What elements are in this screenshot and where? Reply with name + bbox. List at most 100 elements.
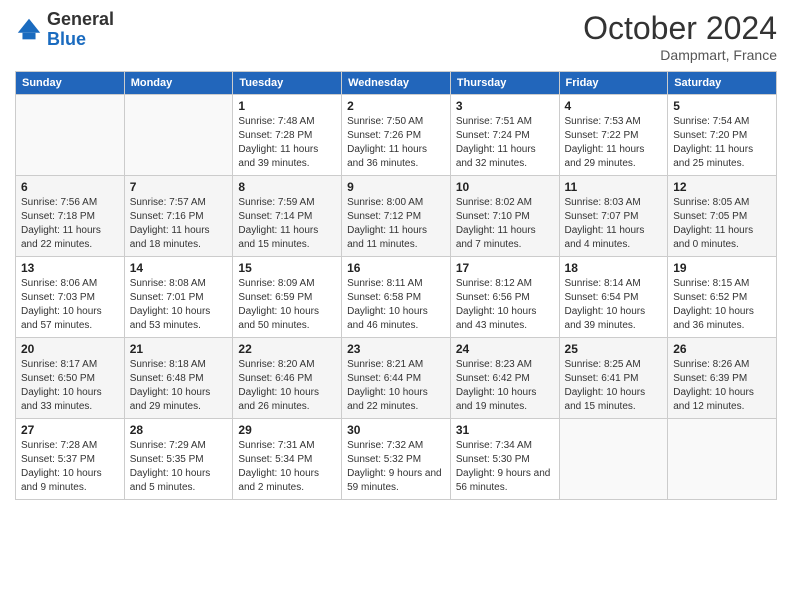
calendar-day-cell: 9 Sunrise: 8:00 AM Sunset: 7:12 PM Daylig… — [342, 176, 451, 257]
logo-blue-text: Blue — [47, 29, 86, 49]
calendar-week-row: 13 Sunrise: 8:06 AM Sunset: 7:03 PM Dayli… — [16, 257, 777, 338]
calendar-day-cell: 24Sunrise: 8:23 AM Sunset: 6:42 PM Dayli… — [450, 338, 559, 419]
weekday-header: Tuesday — [233, 72, 342, 95]
day-info: Sunrise: 8:06 AM Sunset: 7:03 PM Dayligh… — [21, 277, 119, 333]
calendar-day-cell — [124, 95, 233, 176]
weekday-header: Wednesday — [342, 72, 451, 95]
day-info: Sunrise: 7:32 AM Sunset: 5:32 PM Dayligh… — [347, 439, 445, 495]
day-info: Sunrise: 7:29 AM Sunset: 5:35 PM Dayligh… — [130, 439, 228, 495]
day-number: 17 — [456, 261, 554, 275]
calendar-day-cell: 27 Sunrise: 7:28 AM Sunset: 5:37 PM Dayli… — [16, 419, 125, 500]
day-info: Sunrise: 7:53 AM Sunset: 7:22 PM Dayligh… — [565, 115, 663, 171]
day-number: 27 — [21, 423, 119, 437]
day-info: Sunrise: 8:23 AM Sunset: 6:42 PM Dayligh… — [456, 358, 554, 414]
day-number: 6 — [21, 180, 119, 194]
month-title: October 2024 — [583, 10, 777, 47]
calendar-day-cell: 14Sunrise: 8:08 AM Sunset: 7:01 PM Dayli… — [124, 257, 233, 338]
day-number: 30 — [347, 423, 445, 437]
day-info: Sunrise: 8:26 AM Sunset: 6:39 PM Dayligh… — [673, 358, 771, 414]
calendar-week-row: 6 Sunrise: 7:56 AM Sunset: 7:18 PM Daylig… — [16, 176, 777, 257]
day-number: 4 — [565, 99, 663, 113]
day-number: 18 — [565, 261, 663, 275]
day-info: Sunrise: 8:12 AM Sunset: 6:56 PM Dayligh… — [456, 277, 554, 333]
calendar-day-cell: 7Sunrise: 7:57 AM Sunset: 7:16 PM Daylig… — [124, 176, 233, 257]
weekday-header: Sunday — [16, 72, 125, 95]
logo-general-text: General — [47, 9, 114, 29]
day-number: 7 — [130, 180, 228, 194]
day-info: Sunrise: 8:15 AM Sunset: 6:52 PM Dayligh… — [673, 277, 771, 333]
day-number: 29 — [238, 423, 336, 437]
calendar-day-cell: 21 Sunrise: 8:18 AM Sunset: 6:48 PM Dayli… — [124, 338, 233, 419]
calendar-day-cell: 13 Sunrise: 8:06 AM Sunset: 7:03 PM Dayli… — [16, 257, 125, 338]
day-number: 15 — [238, 261, 336, 275]
day-number: 5 — [673, 99, 771, 113]
calendar-day-cell — [559, 419, 668, 500]
day-info: Sunrise: 7:51 AM Sunset: 7:24 PM Dayligh… — [456, 115, 554, 171]
day-info: Sunrise: 8:18 AM Sunset: 6:48 PM Dayligh… — [130, 358, 228, 414]
day-number: 28 — [130, 423, 228, 437]
day-info: Sunrise: 8:08 AM Sunset: 7:01 PM Dayligh… — [130, 277, 228, 333]
day-info: Sunrise: 8:25 AM Sunset: 6:41 PM Dayligh… — [565, 358, 663, 414]
calendar-day-cell: 29 Sunrise: 7:31 AM Sunset: 5:34 PM Dayli… — [233, 419, 342, 500]
day-number: 1 — [238, 99, 336, 113]
calendar-day-cell: 6 Sunrise: 7:56 AM Sunset: 7:18 PM Daylig… — [16, 176, 125, 257]
calendar-day-cell: 15 Sunrise: 8:09 AM Sunset: 6:59 PM Dayli… — [233, 257, 342, 338]
calendar-table: SundayMondayTuesdayWednesdayThursdayFrid… — [15, 71, 777, 500]
calendar-day-cell: 3 Sunrise: 7:51 AM Sunset: 7:24 PM Daylig… — [450, 95, 559, 176]
day-info: Sunrise: 7:48 AM Sunset: 7:28 PM Dayligh… — [238, 115, 336, 171]
day-info: Sunrise: 7:54 AM Sunset: 7:20 PM Dayligh… — [673, 115, 771, 171]
calendar-day-cell: 10 Sunrise: 8:02 AM Sunset: 7:10 PM Dayli… — [450, 176, 559, 257]
title-block: October 2024 Dampmart, France — [583, 10, 777, 63]
calendar-day-cell: 11Sunrise: 8:03 AM Sunset: 7:07 PM Dayli… — [559, 176, 668, 257]
location-text: Dampmart, France — [583, 47, 777, 63]
calendar-day-cell: 5 Sunrise: 7:54 AM Sunset: 7:20 PM Daylig… — [668, 95, 777, 176]
weekday-header: Thursday — [450, 72, 559, 95]
calendar-header-row: SundayMondayTuesdayWednesdayThursdayFrid… — [16, 72, 777, 95]
day-number: 31 — [456, 423, 554, 437]
calendar-day-cell: 8 Sunrise: 7:59 AM Sunset: 7:14 PM Daylig… — [233, 176, 342, 257]
calendar-day-cell: 28 Sunrise: 7:29 AM Sunset: 5:35 PM Dayli… — [124, 419, 233, 500]
day-info: Sunrise: 7:31 AM Sunset: 5:34 PM Dayligh… — [238, 439, 336, 495]
calendar-day-cell: 25 Sunrise: 8:25 AM Sunset: 6:41 PM Dayli… — [559, 338, 668, 419]
day-number: 21 — [130, 342, 228, 356]
day-number: 10 — [456, 180, 554, 194]
calendar-week-row: 20Sunrise: 8:17 AM Sunset: 6:50 PM Dayli… — [16, 338, 777, 419]
weekday-header: Monday — [124, 72, 233, 95]
logo-icon — [15, 16, 43, 44]
day-info: Sunrise: 8:21 AM Sunset: 6:44 PM Dayligh… — [347, 358, 445, 414]
calendar-week-row: 27 Sunrise: 7:28 AM Sunset: 5:37 PM Dayli… — [16, 419, 777, 500]
page-header: General Blue October 2024 Dampmart, Fran… — [15, 10, 777, 63]
day-number: 22 — [238, 342, 336, 356]
day-number: 16 — [347, 261, 445, 275]
calendar-day-cell: 12Sunrise: 8:05 AM Sunset: 7:05 PM Dayli… — [668, 176, 777, 257]
day-number: 25 — [565, 342, 663, 356]
day-info: Sunrise: 8:17 AM Sunset: 6:50 PM Dayligh… — [21, 358, 119, 414]
day-number: 26 — [673, 342, 771, 356]
day-info: Sunrise: 7:28 AM Sunset: 5:37 PM Dayligh… — [21, 439, 119, 495]
day-info: Sunrise: 8:00 AM Sunset: 7:12 PM Dayligh… — [347, 196, 445, 252]
calendar-day-cell: 1 Sunrise: 7:48 AM Sunset: 7:28 PM Daylig… — [233, 95, 342, 176]
day-number: 12 — [673, 180, 771, 194]
day-number: 8 — [238, 180, 336, 194]
day-info: Sunrise: 7:59 AM Sunset: 7:14 PM Dayligh… — [238, 196, 336, 252]
calendar-day-cell — [668, 419, 777, 500]
day-info: Sunrise: 7:56 AM Sunset: 7:18 PM Dayligh… — [21, 196, 119, 252]
weekday-header: Saturday — [668, 72, 777, 95]
day-info: Sunrise: 8:09 AM Sunset: 6:59 PM Dayligh… — [238, 277, 336, 333]
day-number: 23 — [347, 342, 445, 356]
calendar-day-cell: 4 Sunrise: 7:53 AM Sunset: 7:22 PM Daylig… — [559, 95, 668, 176]
day-number: 9 — [347, 180, 445, 194]
calendar-day-cell: 19 Sunrise: 8:15 AM Sunset: 6:52 PM Dayli… — [668, 257, 777, 338]
calendar-day-cell: 18 Sunrise: 8:14 AM Sunset: 6:54 PM Dayli… — [559, 257, 668, 338]
calendar-day-cell: 30 Sunrise: 7:32 AM Sunset: 5:32 PM Dayli… — [342, 419, 451, 500]
day-number: 19 — [673, 261, 771, 275]
day-number: 13 — [21, 261, 119, 275]
logo: General Blue — [15, 10, 114, 50]
day-info: Sunrise: 8:11 AM Sunset: 6:58 PM Dayligh… — [347, 277, 445, 333]
calendar-week-row: 1 Sunrise: 7:48 AM Sunset: 7:28 PM Daylig… — [16, 95, 777, 176]
day-info: Sunrise: 8:02 AM Sunset: 7:10 PM Dayligh… — [456, 196, 554, 252]
calendar-day-cell: 31Sunrise: 7:34 AM Sunset: 5:30 PM Dayli… — [450, 419, 559, 500]
day-number: 3 — [456, 99, 554, 113]
day-info: Sunrise: 8:14 AM Sunset: 6:54 PM Dayligh… — [565, 277, 663, 333]
calendar-day-cell — [16, 95, 125, 176]
